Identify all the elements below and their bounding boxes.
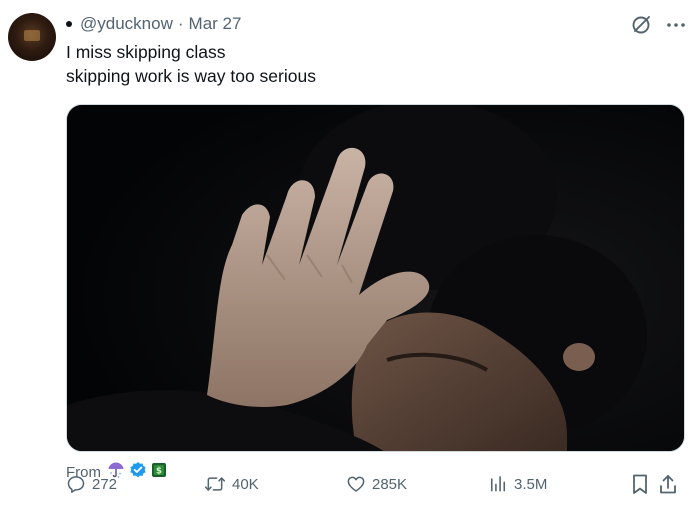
tweet-date[interactable]: Mar 27	[189, 14, 242, 34]
avatar[interactable]	[8, 13, 56, 61]
bullet-dot	[66, 21, 72, 27]
tweet-actions: 272 40K 285K 3.5M	[0, 472, 700, 496]
more-icon[interactable]	[664, 16, 688, 34]
views-button[interactable]: 3.5M	[488, 472, 547, 496]
tweet-line: skipping work is way too serious	[66, 66, 316, 86]
share-icon	[660, 475, 676, 494]
views-count: 3.5M	[514, 475, 548, 493]
tweet-line: I miss skipping class	[66, 42, 226, 62]
like-button[interactable]: 285K	[346, 472, 407, 496]
heart-icon	[347, 476, 365, 492]
views-icon	[490, 476, 506, 492]
bookmark-icon	[633, 474, 647, 494]
share-button[interactable]	[658, 472, 684, 496]
repost-icon	[204, 477, 226, 491]
author-handle[interactable]: @yducknow	[80, 14, 173, 34]
reply-button[interactable]: 272	[66, 472, 117, 496]
like-count: 285K	[372, 475, 408, 493]
bookmark-button[interactable]	[630, 472, 656, 496]
repost-button[interactable]: 40K	[204, 472, 259, 496]
tweet-media-image[interactable]	[66, 104, 685, 452]
avatar-highlight	[24, 30, 40, 41]
grok-icon[interactable]	[630, 14, 652, 36]
reply-count: 272	[92, 475, 118, 493]
reply-icon	[67, 476, 85, 493]
header-separator: ·	[177, 14, 184, 33]
tweet-header: @yducknow · Mar 27	[66, 13, 241, 35]
repost-count: 40K	[232, 475, 259, 493]
tweet-text: I miss skipping class skipping work is w…	[66, 40, 316, 88]
